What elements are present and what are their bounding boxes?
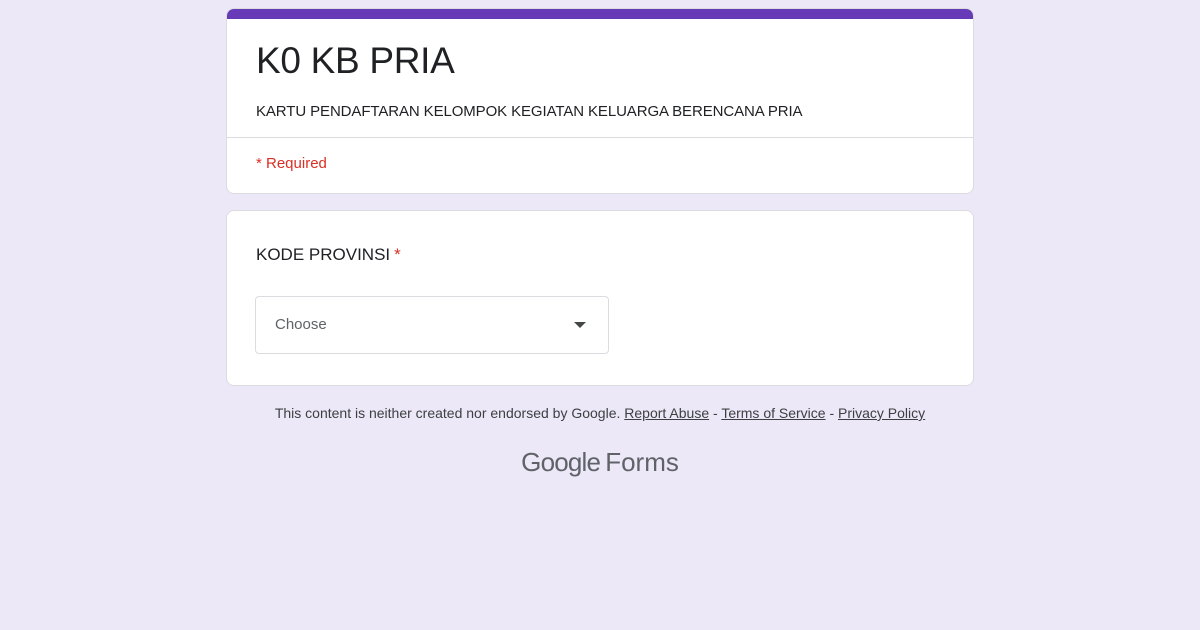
form-title: K0 KB PRIA: [256, 40, 455, 81]
question-title: KODE PROVINSI: [256, 245, 391, 264]
disclaimer-text: This content is neither created nor endo…: [274, 405, 621, 421]
question-label: KODE PROVINSI *: [256, 243, 401, 267]
forms-logo-text: Forms: [605, 447, 679, 477]
required-note: * Required: [256, 155, 327, 172]
kode-provinsi-dropdown[interactable]: Choose: [255, 296, 609, 354]
question-card-kode-provinsi: KODE PROVINSI * Choose: [226, 210, 974, 386]
form-container: K0 KB PRIA KARTU PENDAFTARAN KELOMPOK KE…: [226, 8, 974, 386]
terms-of-service-link[interactable]: Terms of Service: [721, 405, 825, 421]
footer-disclaimer: This content is neither created nor endo…: [0, 404, 1200, 422]
caret-down-icon: [574, 322, 586, 328]
google-logo-text: Google: [521, 447, 601, 477]
privacy-policy-link[interactable]: Privacy Policy: [838, 405, 925, 421]
report-abuse-link[interactable]: Report Abuse: [624, 405, 709, 421]
required-star: *: [394, 245, 401, 264]
google-forms-logo[interactable]: Google Forms: [0, 445, 1200, 479]
dropdown-selected-value: Choose: [275, 316, 327, 333]
header-accent-bar: [227, 9, 973, 19]
footer-separator: -: [829, 405, 835, 421]
form-description: KARTU PENDAFTARAN KELOMPOK KEGIATAN KELU…: [256, 103, 803, 120]
form-header-card: K0 KB PRIA KARTU PENDAFTARAN KELOMPOK KE…: [226, 8, 974, 194]
header-divider: [227, 137, 973, 138]
footer-separator: -: [713, 405, 718, 421]
